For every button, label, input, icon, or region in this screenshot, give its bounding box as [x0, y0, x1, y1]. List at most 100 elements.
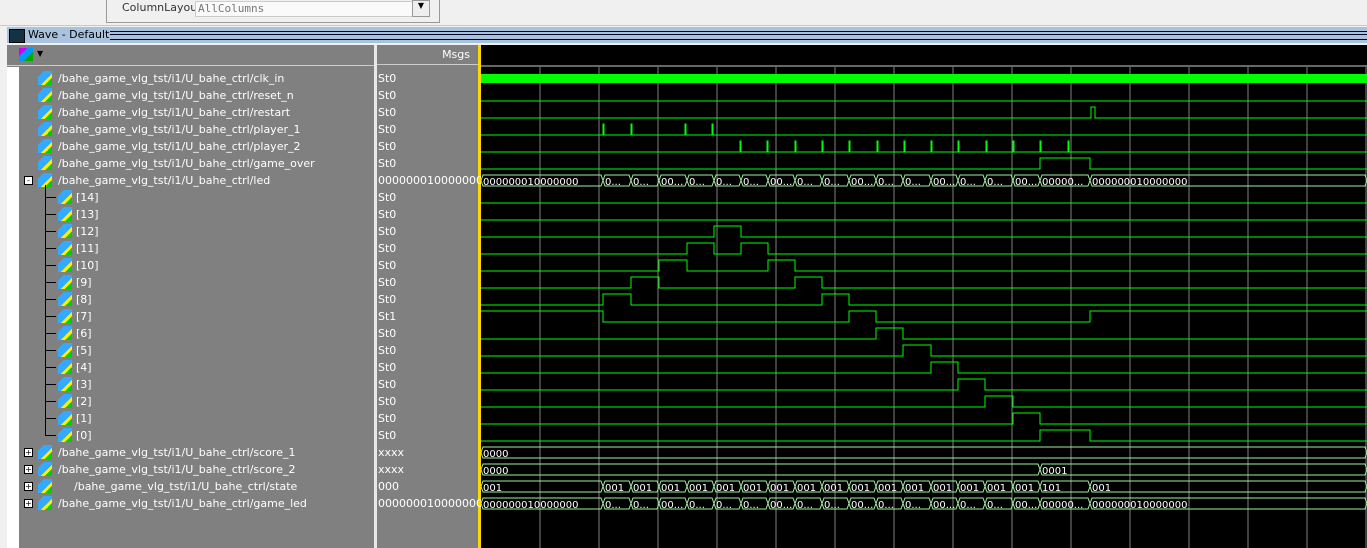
bit-wave — [481, 225, 1367, 238]
signal-icon — [38, 122, 52, 136]
tree-connector — [45, 282, 56, 300]
bus-value-label: 101 — [1042, 483, 1061, 494]
signal-row[interactable]: + /bahe_game_vlg_tst/i1/U_bahe_ctrl/score… — [0, 444, 480, 461]
bus-value-label: 001 — [770, 483, 789, 494]
bus-value-label: 0... — [824, 177, 840, 188]
signal-row[interactable]: [1] St0 — [0, 401, 480, 427]
signal-value: St0 — [378, 429, 397, 442]
signal-name: [0] — [76, 429, 92, 442]
signal-icon — [58, 394, 72, 408]
bus-value-label: 0... — [743, 177, 759, 188]
collapse-toggle[interactable]: - — [24, 176, 33, 185]
signal-row[interactable]: /bahe_game_vlg_tst/i1/U_bahe_ctrl/game_o… — [0, 155, 480, 172]
signal-row[interactable]: [11] St0 — [0, 231, 480, 257]
bus-value-label: 0... — [797, 500, 813, 511]
bus-value-label: 00... — [933, 500, 955, 511]
column-layout-group: ColumnLayout AllColumns ▼ — [106, 0, 440, 23]
tree-connector — [45, 197, 56, 215]
bus-value-label: 00... — [1015, 177, 1037, 188]
signal-row[interactable]: [13] St0 — [0, 197, 480, 223]
signal-value: St0 — [378, 395, 397, 408]
signal-row[interactable]: /bahe_game_vlg_tst/i1/U_bahe_ctrl/player… — [0, 121, 480, 138]
signal-row[interactable]: [12] St0 — [0, 214, 480, 240]
bus-value-label: 00... — [770, 500, 792, 511]
bus-value-label: 001 — [797, 483, 816, 494]
chevron-down-icon[interactable]: ▼ — [412, 0, 430, 17]
drag-grip[interactable] — [110, 31, 1367, 40]
bit-wave — [481, 327, 1367, 340]
bit-wave — [481, 242, 1367, 255]
expand-toggle[interactable]: + — [24, 482, 33, 491]
signal-name: [11] — [76, 242, 99, 255]
signal-name: /bahe_game_vlg_tst/i1/U_bahe_ctrl/reset_… — [58, 89, 294, 102]
signal-row[interactable]: /bahe_game_vlg_tst/i1/U_bahe_ctrl/player… — [0, 138, 480, 155]
signal-row[interactable]: /bahe_game_vlg_tst/i1/U_bahe_ctrl/reset_… — [0, 87, 480, 104]
signal-value: St0 — [378, 225, 397, 238]
signal-name: [10] — [76, 259, 99, 272]
signal-row[interactable]: + /bahe_game_vlg_tst/i1/U_bahe_ctrl/score… — [0, 461, 480, 478]
signal-row[interactable]: [6] St0 — [0, 316, 480, 342]
signal-name: /bahe_game_vlg_tst/i1/U_bahe_ctrl/score_… — [58, 463, 296, 476]
column-layout-select[interactable]: AllColumns — [195, 1, 419, 17]
bus-value-label: 001 — [905, 483, 924, 494]
tree-connector — [45, 350, 56, 368]
signal-value: xxxx — [378, 446, 405, 459]
expand-toggle[interactable]: + — [24, 465, 33, 474]
signal-value: St0 — [378, 378, 397, 391]
signal-row[interactable]: [8] St0 — [0, 282, 480, 308]
waveform-canvas[interactable]: 000000010000000 0... 0... 00... 0... 0... 0...… — [481, 45, 1367, 548]
bit-wave — [481, 157, 1367, 170]
bus-value-label: 0... — [605, 500, 621, 511]
signal-icon — [38, 496, 52, 510]
signal-row[interactable]: [2] St0 — [0, 384, 480, 410]
signal-value: St0 — [378, 361, 397, 374]
signal-row[interactable]: [4] St0 — [0, 350, 480, 376]
expand-toggle[interactable]: + — [24, 448, 33, 457]
signal-icon — [58, 258, 72, 272]
signal-name: [6] — [76, 327, 92, 340]
tree-connector — [45, 248, 56, 266]
tree-connector — [45, 333, 56, 351]
bus-value-label: 001 — [987, 483, 1006, 494]
bus-value-label: 00... — [933, 177, 955, 188]
signal-row[interactable]: + /bahe_game_vlg_tst/i1/U_bahe_ctrl/game_… — [0, 495, 483, 512]
bus-value-label: 0001 — [1042, 466, 1067, 477]
tree-connector — [45, 367, 56, 385]
bus-value-label: 0... — [633, 177, 649, 188]
signal-row[interactable]: [14] St0 — [0, 185, 480, 206]
signal-icon — [38, 445, 52, 459]
signal-value: St0 — [378, 327, 397, 340]
wave-window-titlebar[interactable]: Wave - Default — [7, 27, 1367, 43]
signal-name: [12] — [76, 225, 99, 238]
signal-row[interactable]: [10] St0 — [0, 248, 480, 274]
signal-row[interactable]: + /bahe_game_vlg_tst/i1/U_bahe_ctrl/state… — [0, 478, 480, 495]
signal-row[interactable]: /bahe_game_vlg_tst/i1/U_bahe_ctrl/restar… — [0, 104, 480, 121]
signal-value: St0 — [378, 106, 397, 119]
dropdown-arrow-icon[interactable]: ▼ — [37, 49, 43, 58]
signal-row[interactable]: [3] St0 — [0, 367, 480, 393]
signal-row[interactable]: /bahe_game_vlg_tst/i1/U_bahe_ctrl/clk_in… — [0, 70, 480, 87]
wave-window-icon — [9, 29, 25, 43]
bus-value-label: 0... — [716, 500, 732, 511]
bus-value-label: 0... — [987, 500, 1003, 511]
signal-name: /bahe_game_vlg_tst/i1/U_bahe_ctrl/score_… — [58, 446, 296, 459]
bus-value-label: 00000... — [1042, 500, 1083, 511]
signal-icon — [58, 428, 72, 442]
signal-row[interactable]: [7] St1 — [0, 299, 480, 325]
signal-row[interactable]: [9] St0 — [0, 265, 480, 291]
signal-icon — [38, 156, 52, 170]
wave-tools-icon[interactable] — [19, 48, 33, 61]
signal-value: 000000010000000 — [378, 497, 483, 510]
bus-value-label: 0... — [987, 177, 1003, 188]
signal-name: [5] — [76, 344, 92, 357]
signal-icon — [58, 360, 72, 374]
bit-wave — [481, 106, 1367, 119]
signal-name: /bahe_game_vlg_tst/i1/U_bahe_ctrl/clk_in — [58, 72, 285, 85]
signal-row[interactable]: [5] St0 — [0, 333, 480, 359]
signal-icon — [58, 292, 72, 306]
signal-row[interactable]: [0] St0 — [0, 418, 480, 444]
expand-toggle[interactable]: + — [24, 499, 33, 508]
signal-icon — [58, 207, 72, 221]
signal-row[interactable]: - /bahe_game_vlg_tst/i1/U_bahe_ctrl/led 00… — [0, 172, 483, 189]
signal-name: /bahe_game_vlg_tst/i1/U_bahe_ctrl/game_l… — [58, 497, 307, 510]
